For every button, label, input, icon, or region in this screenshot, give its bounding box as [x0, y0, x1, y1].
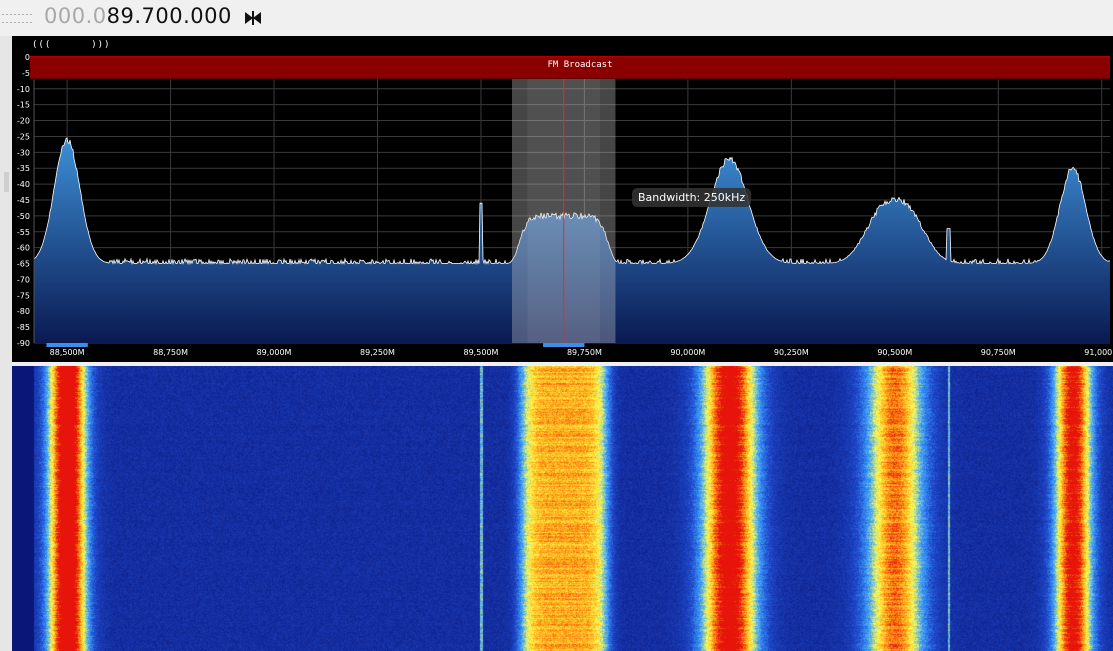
db-tick-label: -5 — [22, 69, 30, 78]
frequency-leading-digits[interactable]: 000.0 — [44, 4, 107, 28]
freq-tick-label: 89,000M — [257, 348, 292, 357]
band-marker — [46, 343, 88, 347]
freq-tick-label: 89,750M — [567, 348, 602, 357]
averaging-indicator[interactable]: ((())) — [32, 40, 111, 50]
freq-tick-label: 89,250M — [360, 348, 395, 357]
db-tick-label: -10 — [17, 85, 30, 94]
freq-tick-label: 88,500M — [50, 348, 85, 357]
frequency-digits[interactable]: 89.700.000 — [107, 4, 232, 28]
toolbar-grip — [2, 14, 32, 15]
db-tick-label: -60 — [17, 244, 30, 253]
db-tick-label: -90 — [17, 339, 30, 348]
db-tick-label: -50 — [17, 212, 30, 221]
spectrum-plot[interactable]: 0 -5 -10 -15 -20 -25 -30 -35 -40 -45 -50 -55 -60 -65-… — [12, 36, 1113, 362]
frequency-toolbar: 000.089.700.000 — [0, 0, 1113, 36]
averaging-left-label: ((( — [32, 40, 52, 50]
freq-tick-label: 91,000M — [1084, 348, 1113, 357]
bandwidth-tooltip: Bandwidth: 250kHz — [632, 188, 752, 207]
toolbar-grip — [2, 22, 32, 23]
db-tick-label: -25 — [17, 132, 30, 141]
db-tick-label: -40 — [17, 180, 30, 189]
db-tick-label: -20 — [17, 117, 30, 126]
db-tick-label: -75 — [17, 291, 30, 300]
band-marker — [543, 343, 585, 347]
db-tick-label: -85 — [17, 323, 30, 332]
resize-handle[interactable] — [4, 172, 9, 192]
frequency-display[interactable]: 000.089.700.000 — [44, 4, 232, 28]
db-tick-label: -35 — [17, 164, 30, 173]
waterfall-display[interactable] — [12, 366, 1113, 651]
db-tick-label: -55 — [17, 228, 30, 237]
freq-tick-label: 89,500M — [464, 348, 499, 357]
freq-tick-label: 90,250M — [774, 348, 809, 357]
db-tick-label: -30 — [17, 148, 30, 157]
db-tick-label: -45 — [17, 196, 30, 205]
bandplan-bar[interactable]: FM Broadcast — [30, 56, 1110, 79]
bowtie-icon[interactable] — [244, 10, 262, 26]
freq-tick-label: 90,500M — [877, 348, 912, 357]
db-tick-label: -65 — [17, 260, 30, 269]
freq-tick-label: 90,000M — [670, 348, 705, 357]
waterfall-canvas[interactable] — [12, 366, 1113, 651]
averaging-right-label: ))) — [91, 40, 111, 50]
spectrum-svg[interactable]: 0-5-10-15-20-25-30-35-40-45-50-55-60-65-… — [12, 36, 1113, 362]
freq-tick-label: 88,750M — [153, 348, 188, 357]
freq-tick-label: 90,750M — [981, 348, 1016, 357]
db-tick-label: -15 — [17, 101, 30, 110]
db-tick-label: -80 — [17, 307, 30, 316]
db-tick-label: -70 — [17, 275, 30, 284]
bandplan-label: FM Broadcast — [547, 60, 613, 70]
